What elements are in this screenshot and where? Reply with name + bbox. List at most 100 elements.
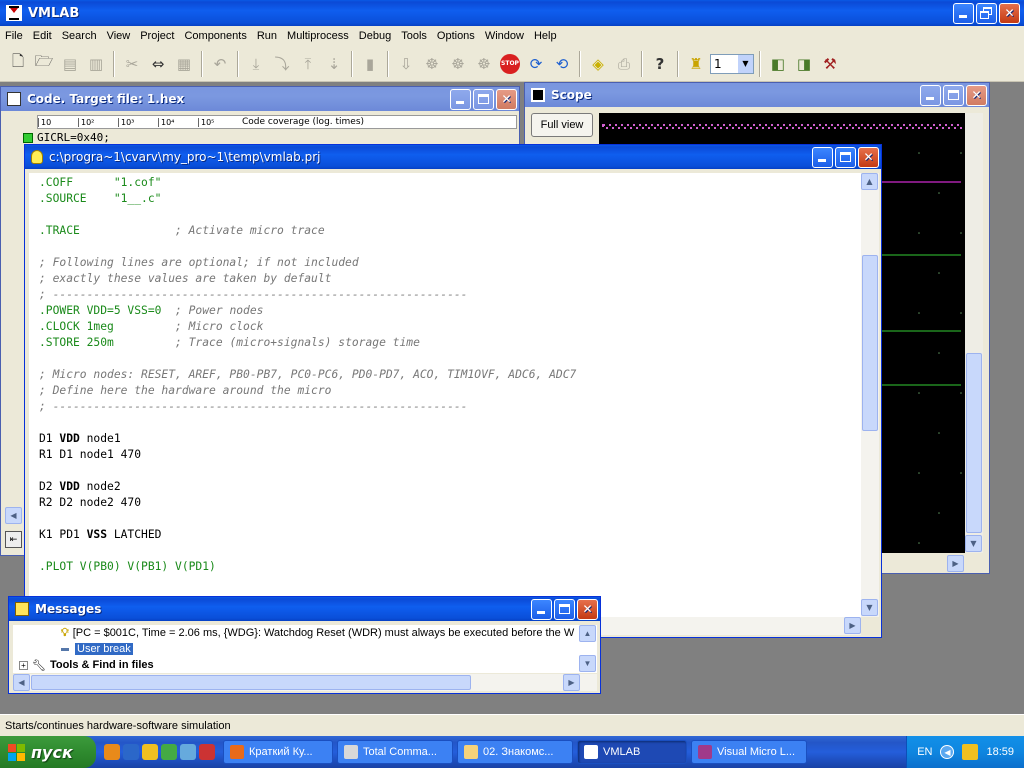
project-line[interactable]: .COFF "1.cof" bbox=[39, 175, 861, 191]
messages-scroll-up-button[interactable]: ▲ bbox=[579, 625, 596, 642]
code-minimize-button[interactable] bbox=[450, 88, 471, 110]
project-line[interactable]: ; Following lines are optional; if not i… bbox=[39, 255, 861, 271]
scope-scroll-right-button[interactable]: ▶ bbox=[947, 555, 964, 572]
task-button-browser[interactable]: Краткий Ку... bbox=[223, 740, 333, 764]
app-close-button[interactable]: ✕ bbox=[999, 2, 1020, 24]
project-line[interactable]: .STORE 250m ; Trace (micro+signals) stor… bbox=[39, 335, 861, 351]
app-restore-button[interactable] bbox=[976, 2, 997, 24]
quicklaunch-icon-6[interactable] bbox=[199, 744, 215, 760]
multiproc-icon[interactable]: ♜ bbox=[684, 52, 708, 76]
save-all-icon[interactable]: ▥ bbox=[84, 52, 108, 76]
project-line[interactable]: D2 VDD node2 bbox=[39, 479, 861, 495]
stop-icon[interactable]: STOP bbox=[498, 52, 522, 76]
expand-icon[interactable]: + bbox=[19, 660, 28, 670]
step-out-icon[interactable]: ⤒ bbox=[296, 52, 320, 76]
menu-components[interactable]: Components bbox=[179, 30, 251, 42]
restart-icon[interactable]: ⟳ bbox=[524, 52, 548, 76]
task-button-folder[interactable]: 02. Знакомс... bbox=[457, 740, 573, 764]
menu-view[interactable]: View bbox=[102, 30, 136, 42]
rebuild-icon[interactable]: ◨ bbox=[792, 52, 816, 76]
project-vertical-scrollbar[interactable]: ▲ ▼ bbox=[861, 173, 879, 617]
project-line[interactable] bbox=[39, 207, 861, 223]
project-line[interactable] bbox=[39, 543, 861, 559]
project-line[interactable]: R2 D2 node2 470 bbox=[39, 495, 861, 511]
full-view-button[interactable]: Full view bbox=[531, 113, 593, 137]
messages-scroll-left-button[interactable]: ◀ bbox=[13, 674, 30, 691]
project-minimize-button[interactable] bbox=[812, 146, 833, 168]
reset-icon[interactable]: ⟲ bbox=[550, 52, 574, 76]
scope-close-button[interactable]: ✕ bbox=[966, 84, 987, 106]
menu-debug[interactable]: Debug bbox=[354, 30, 396, 42]
code-close-button[interactable]: ✕ bbox=[496, 88, 517, 110]
menu-project[interactable]: Project bbox=[135, 30, 179, 42]
code-line[interactable]: GICRL=0x40; bbox=[37, 131, 110, 144]
project-line[interactable] bbox=[39, 511, 861, 527]
scope-minimize-button[interactable] bbox=[920, 84, 941, 106]
messages-scroll-thumb[interactable] bbox=[31, 675, 471, 690]
task-button-visual-micro-lab[interactable]: Visual Micro L... bbox=[691, 740, 807, 764]
project-line[interactable]: K1 PD1 VSS LATCHED bbox=[39, 527, 861, 543]
project-scroll-right-button[interactable]: ▶ bbox=[844, 617, 861, 634]
cpu-select[interactable]: 1 ▼ bbox=[710, 53, 754, 74]
quicklaunch-icon-1[interactable] bbox=[104, 744, 120, 760]
scope-vertical-scrollbar[interactable]: ▼ bbox=[965, 113, 983, 553]
project-line[interactable] bbox=[39, 351, 861, 367]
run-to-cursor-icon[interactable]: ⇣ bbox=[322, 52, 346, 76]
scope-scroll-thumb[interactable] bbox=[966, 353, 982, 533]
project-line[interactable] bbox=[39, 415, 861, 431]
scope-maximize-button[interactable] bbox=[943, 84, 964, 106]
new-icon[interactable]: 🗋 bbox=[6, 52, 30, 76]
project-line[interactable]: .POWER VDD=5 VSS=0 ; Power nodes bbox=[39, 303, 861, 319]
step-over-icon[interactable]: ⤵ bbox=[270, 52, 294, 76]
menu-multiprocess[interactable]: Multiprocess bbox=[282, 30, 354, 42]
code-scroll-left-button[interactable]: ◀ bbox=[5, 507, 22, 524]
menu-options[interactable]: Options bbox=[432, 30, 480, 42]
project-line[interactable]: D1 VDD node1 bbox=[39, 431, 861, 447]
undo-icon[interactable]: ↶ bbox=[208, 52, 232, 76]
project-line[interactable]: R1 D1 node1 470 bbox=[39, 447, 861, 463]
messages-horizontal-scrollbar[interactable]: ◀ ▶ bbox=[13, 674, 597, 691]
project-line[interactable]: .CLOCK 1meg ; Micro clock bbox=[39, 319, 861, 335]
project-line[interactable]: .PLOT V(PB0) V(PB1) V(PD1) bbox=[39, 559, 861, 575]
help-icon[interactable]: ? bbox=[648, 52, 672, 76]
messages-scroll-right-button[interactable]: ▶ bbox=[563, 674, 580, 691]
code-maximize-button[interactable] bbox=[473, 88, 494, 110]
app-minimize-button[interactable] bbox=[953, 2, 974, 24]
project-line[interactable]: .SOURCE "1__.c" bbox=[39, 191, 861, 207]
start-button[interactable]: пуск bbox=[0, 736, 96, 768]
project-editor[interactable]: .COFF "1.cof" .SOURCE "1__.c" .TRACE ; Act… bbox=[29, 173, 861, 617]
quicklaunch-icon-5[interactable] bbox=[180, 744, 196, 760]
project-line[interactable]: ; Micro nodes: RESET, AREF, PB0-PB7, PC0… bbox=[39, 367, 861, 383]
go-fast-icon[interactable]: ☸ bbox=[420, 52, 444, 76]
project-close-button[interactable]: ✕ bbox=[858, 146, 879, 168]
menu-file[interactable]: File bbox=[0, 30, 28, 42]
quicklaunch-icon-3[interactable] bbox=[142, 744, 158, 760]
menu-search[interactable]: Search bbox=[57, 30, 102, 42]
project-line[interactable]: .TRACE ; Activate micro trace bbox=[39, 223, 861, 239]
messages-list[interactable]: 💡︎ [PC = $001C, Time = 2.06 ms, {WDG}: W… bbox=[13, 625, 597, 673]
message-row[interactable]: + 🔧︎ Tools & Find in files bbox=[13, 657, 597, 673]
task-button-total-commander[interactable]: Total Comma... bbox=[337, 740, 453, 764]
cut-icon[interactable]: ✂ bbox=[120, 52, 144, 76]
eraser-icon[interactable]: ◈ bbox=[586, 52, 610, 76]
tray-app-icon[interactable] bbox=[962, 744, 979, 760]
project-line[interactable]: ; --------------------------------------… bbox=[39, 287, 861, 303]
project-maximize-button[interactable] bbox=[835, 146, 856, 168]
message-row[interactable]: User break bbox=[13, 641, 597, 657]
messages-minimize-button[interactable] bbox=[531, 598, 552, 620]
project-scroll-up-button[interactable]: ▲ bbox=[861, 173, 878, 190]
chevron-down-icon[interactable]: ▼ bbox=[738, 54, 753, 73]
breakpoint-icon[interactable]: ▮ bbox=[358, 52, 382, 76]
language-indicator[interactable]: EN bbox=[917, 746, 932, 758]
save-icon[interactable]: ▤ bbox=[58, 52, 82, 76]
message-row[interactable]: 💡︎ [PC = $001C, Time = 2.06 ms, {WDG}: W… bbox=[13, 625, 597, 641]
menu-run[interactable]: Run bbox=[252, 30, 282, 42]
menu-edit[interactable]: Edit bbox=[28, 30, 57, 42]
project-scroll-down-button[interactable]: ▼ bbox=[861, 599, 878, 616]
breakpoint-marker[interactable] bbox=[23, 133, 33, 143]
task-button-vmlab[interactable]: VMLAB bbox=[577, 740, 687, 764]
menu-help[interactable]: Help bbox=[529, 30, 562, 42]
go-icon[interactable]: ⇩ bbox=[394, 52, 418, 76]
messages-scroll-down-button[interactable]: ▼ bbox=[579, 655, 596, 672]
make-icon[interactable]: ⚒ bbox=[818, 52, 842, 76]
